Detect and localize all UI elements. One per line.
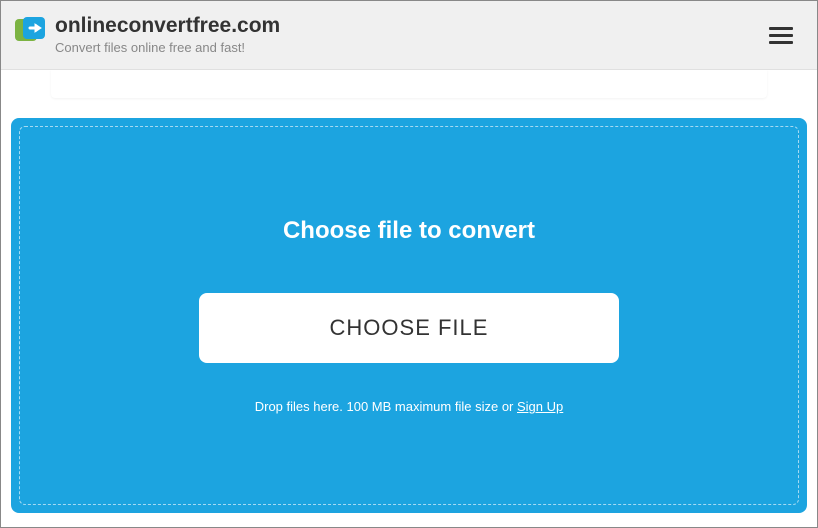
dropzone-inner: Choose file to convert CHOOSE FILE Drop … (19, 126, 799, 505)
signup-link[interactable]: Sign Up (517, 399, 563, 414)
helper-text: Drop files here. 100 MB maximum file siz… (255, 399, 564, 414)
dropzone-title: Choose file to convert (283, 217, 535, 245)
choose-file-button[interactable]: CHOOSE FILE (199, 293, 619, 363)
brand[interactable]: onlineconvertfree.com Convert files onli… (15, 13, 280, 55)
header: onlineconvertfree.com Convert files onli… (1, 1, 817, 70)
content-area: Choose file to convert CHOOSE FILE Drop … (1, 70, 817, 523)
helper-prefix: Drop files here. 100 MB maximum file siz… (255, 399, 517, 414)
logo-icon (15, 15, 47, 47)
site-name: onlineconvertfree.com (55, 13, 280, 38)
hamburger-menu-icon[interactable] (765, 19, 797, 52)
tagline: Convert files online free and fast! (55, 40, 280, 55)
dropzone[interactable]: Choose file to convert CHOOSE FILE Drop … (11, 118, 807, 513)
white-strip (51, 70, 767, 98)
brand-text: onlineconvertfree.com Convert files onli… (55, 13, 280, 55)
